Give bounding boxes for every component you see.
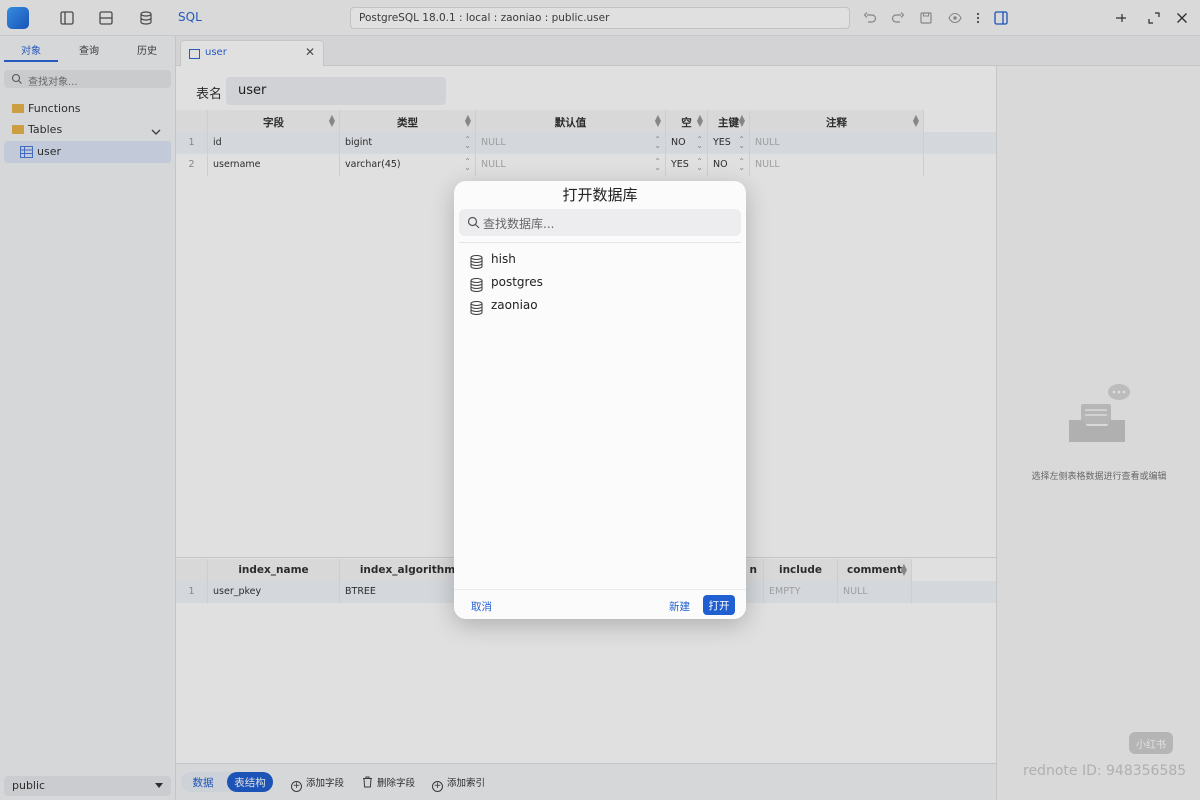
new-database-button[interactable]: 新建 xyxy=(669,599,690,614)
database-item-hish[interactable]: hish xyxy=(470,252,516,272)
dialog-footer-divider xyxy=(454,589,746,590)
search-icon xyxy=(467,216,480,229)
dialog-divider xyxy=(459,242,741,243)
database-item-postgres[interactable]: postgres xyxy=(470,275,543,295)
database-search-placeholder: 查找数据库... xyxy=(483,217,555,231)
database-item-zaoniao[interactable]: zaoniao xyxy=(470,298,538,318)
open-button[interactable]: 打开 xyxy=(703,595,735,615)
open-database-dialog: 打开数据库 查找数据库... hish postgres zaoniao 取消 … xyxy=(454,181,746,619)
cancel-button[interactable]: 取消 xyxy=(471,599,492,614)
database-icon xyxy=(470,278,483,292)
dialog-title: 打开数据库 xyxy=(562,186,638,204)
database-name: postgres xyxy=(491,275,543,289)
database-name: hish xyxy=(491,252,516,266)
database-name: zaoniao xyxy=(491,298,538,312)
database-icon xyxy=(470,301,483,315)
database-search-input[interactable]: 查找数据库... xyxy=(459,209,741,236)
database-icon xyxy=(470,255,483,269)
